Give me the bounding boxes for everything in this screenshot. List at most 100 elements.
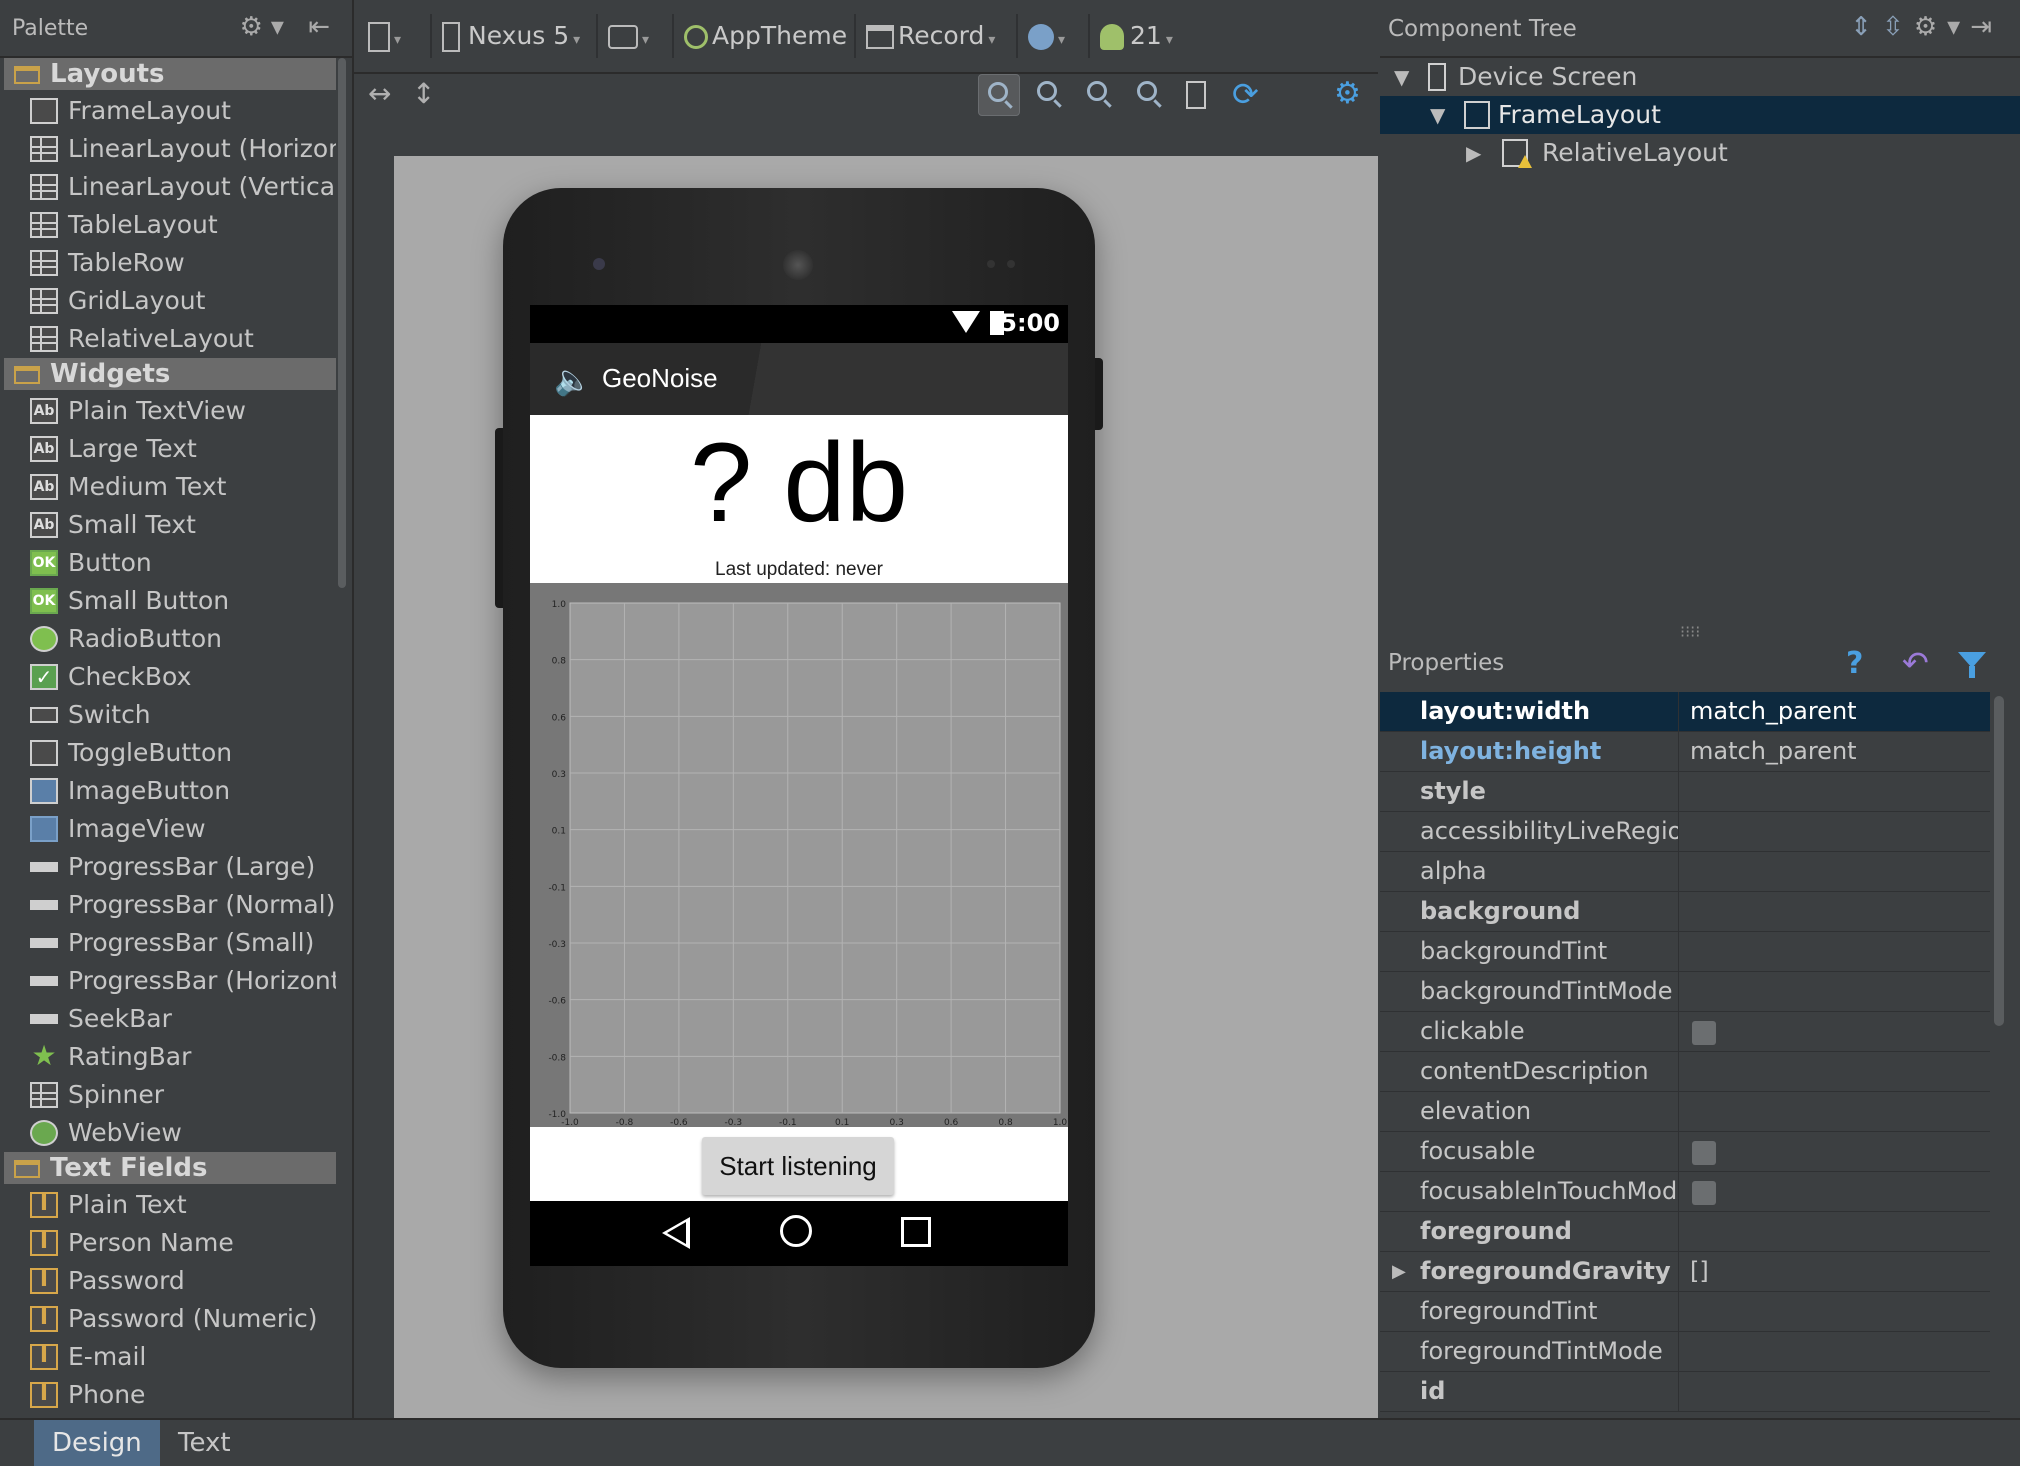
prop-value[interactable]: match_parent	[1690, 732, 1857, 771]
prop-row-foregroundtintmode[interactable]: foregroundTintMode	[1380, 1332, 1990, 1372]
palette-item-spinner[interactable]: Spinner	[4, 1076, 336, 1114]
noise-graph[interactable]: 1.0 0.8 0.6 0.3 0.1 -0.1 -0.3 -0.6 -0.8 -1.0 -1.0-…	[530, 583, 1068, 1127]
gear-icon[interactable]: ⚙▾	[1914, 12, 1970, 42]
tab-text[interactable]: Text	[160, 1420, 249, 1466]
palette-item-framelayout[interactable]: FrameLayout	[4, 92, 336, 130]
palette-group-layouts[interactable]: Layouts	[4, 58, 336, 90]
palette-item-phone[interactable]: I Phone	[4, 1376, 336, 1414]
prop-row-clickable[interactable]: clickable	[1380, 1012, 1990, 1052]
palette-item-large-text[interactable]: Ab Large Text	[4, 430, 336, 468]
api-level-selector[interactable]: 21 ▾	[1100, 16, 1173, 56]
expand-all-icon[interactable]: ⇕	[1850, 12, 1882, 42]
prop-row-accessibilityliveregion[interactable]: accessibilityLiveRegion	[1380, 812, 1990, 852]
palette-item-togglebutton[interactable]: ToggleButton	[4, 734, 336, 772]
palette-item-switch[interactable]: Switch	[4, 696, 336, 734]
collapse-arrow-icon[interactable]: ▼	[1430, 96, 1445, 134]
focusableintouchmode-checkbox[interactable]	[1692, 1181, 1716, 1205]
palette-item-password-numeric[interactable]: I Password (Numeric)	[4, 1300, 336, 1338]
palette-item-person-name[interactable]: I Person Name	[4, 1224, 336, 1262]
prop-row-layout-height[interactable]: layout:height match_parent	[1380, 732, 1990, 772]
start-listening-button[interactable]: Start listening	[702, 1137, 894, 1195]
tab-design[interactable]: Design	[34, 1420, 160, 1466]
render-config-button[interactable]: ▾	[368, 16, 401, 56]
refresh-icon[interactable]: ⟳	[1232, 74, 1259, 114]
orientation-selector[interactable]: ▾	[608, 16, 649, 56]
tree-toolbar[interactable]: ⇕⇳⚙▾⇥	[1850, 12, 2002, 42]
palette-item-gridlayout[interactable]: GridLayout	[4, 282, 336, 320]
palette-item-small-button[interactable]: OK Small Button	[4, 582, 336, 620]
palette-item-progressbar-small[interactable]: ProgressBar (Small)	[4, 924, 336, 962]
zoom-in-button[interactable]	[1078, 74, 1120, 116]
prop-row-contentdescription[interactable]: contentDescription	[1380, 1052, 1990, 1092]
collapse-arrow-icon[interactable]: ▼	[1394, 58, 1409, 96]
palette-item-tablerow[interactable]: TableRow	[4, 244, 336, 282]
palette-item-button[interactable]: OK Button	[4, 544, 336, 582]
activity-selector[interactable]: Record ▾	[866, 16, 995, 56]
last-updated-text[interactable]: Last updated: never	[530, 559, 1068, 581]
prop-row-style[interactable]: style	[1380, 772, 1990, 812]
palette-item-tablelayout[interactable]: TableLayout	[4, 206, 336, 244]
palette-settings-icon[interactable]: ⚙▾ ⇤	[240, 12, 338, 42]
zoom-out-button[interactable]	[1128, 74, 1170, 116]
expand-arrow-icon[interactable]: ▶	[1466, 134, 1481, 172]
palette-item-linearlayout-vertical[interactable]: LinearLayout (Vertical)	[4, 168, 336, 206]
prop-row-focusable[interactable]: focusable	[1380, 1132, 1990, 1172]
prop-row-id[interactable]: id	[1380, 1372, 1990, 1412]
theme-selector[interactable]: AppTheme	[684, 16, 847, 56]
palette-item-imagebutton[interactable]: ImageButton	[4, 772, 336, 810]
prop-row-layout-width[interactable]: layout:width match_parent	[1380, 692, 1990, 732]
focusable-checkbox[interactable]	[1692, 1141, 1716, 1165]
prop-row-backgroundtint[interactable]: backgroundTint	[1380, 932, 1990, 972]
palette-scrollbar[interactable]	[338, 58, 346, 588]
palette-item-ratingbar[interactable]: ★ RatingBar	[4, 1038, 336, 1076]
prop-row-foregroundtint[interactable]: foregroundTint	[1380, 1292, 1990, 1332]
zoom-actual-button[interactable]	[1028, 74, 1070, 116]
palette-item-password[interactable]: I Password	[4, 1262, 336, 1300]
hide-panel-icon[interactable]: ⇥	[1970, 12, 2002, 42]
prop-row-background[interactable]: background	[1380, 892, 1990, 932]
palette-item-checkbox[interactable]: ✓ CheckBox	[4, 658, 336, 696]
palette-group-widgets[interactable]: Widgets	[4, 358, 336, 390]
palette-item-small-text[interactable]: Ab Small Text	[4, 506, 336, 544]
expand-horizontal-icon[interactable]: ↔	[368, 74, 391, 114]
palette-item-webview[interactable]: WebView	[4, 1114, 336, 1152]
palette-item-seekbar[interactable]: SeekBar	[4, 1000, 336, 1038]
prop-value[interactable]: match_parent	[1690, 692, 1857, 731]
palette-item-plain-textview[interactable]: Ab Plain TextView	[4, 392, 336, 430]
prop-row-foregroundgravity[interactable]: ▶ foregroundGravity []	[1380, 1252, 1990, 1292]
device-screen[interactable]: 5:00 🔈 GeoNoise ? db Last updated: never…	[530, 305, 1068, 1266]
settings-icon[interactable]: ⚙	[1334, 74, 1361, 114]
db-readout[interactable]: ? db	[530, 423, 1068, 543]
tree-node-device-screen[interactable]: ▼ Device Screen	[1380, 58, 2020, 96]
palette-item-email[interactable]: I E-mail	[4, 1338, 336, 1376]
prop-row-backgroundtintmode[interactable]: backgroundTintMode	[1380, 972, 1990, 1012]
zoom-to-fit-button[interactable]	[978, 74, 1020, 116]
prop-row-focusableintouchmode[interactable]: focusableInTouchMode	[1380, 1172, 1990, 1212]
tree-node-relativelayout[interactable]: ▶ RelativeLayout	[1380, 134, 2020, 172]
palette-item-imageview[interactable]: ImageView	[4, 810, 336, 848]
palette-item-progressbar-normal[interactable]: ProgressBar (Normal)	[4, 886, 336, 924]
palette-item-progressbar-horizontal[interactable]: ProgressBar (Horizontal)	[4, 962, 336, 1000]
palette-item-radiobutton[interactable]: RadioButton	[4, 620, 336, 658]
expand-arrow-icon[interactable]: ▶	[1392, 1252, 1406, 1291]
prop-row-alpha[interactable]: alpha	[1380, 852, 1990, 892]
panel-splitter[interactable]: ⁝⁝⁝⁝	[1680, 622, 1700, 641]
tree-node-framelayout[interactable]: ▼ FrameLayout	[1380, 96, 2020, 134]
palette-group-text-fields[interactable]: Text Fields	[4, 1152, 336, 1184]
help-icon[interactable]: ?	[1846, 646, 1863, 681]
palette-item-linearlayout-horizontal[interactable]: LinearLayout (Horizontal)	[4, 130, 336, 168]
locale-selector[interactable]: ▾	[1028, 16, 1065, 56]
prop-value[interactable]: []	[1690, 1252, 1709, 1291]
device-selector[interactable]: Nexus 5 ▾	[442, 16, 580, 56]
prop-row-elevation[interactable]: elevation	[1380, 1092, 1990, 1132]
expand-vertical-icon[interactable]: ↕	[412, 74, 435, 114]
clickable-checkbox[interactable]	[1692, 1021, 1716, 1045]
collapse-all-icon[interactable]: ⇳	[1882, 12, 1914, 42]
design-canvas[interactable]: 5:00 🔈 GeoNoise ? db Last updated: never…	[394, 156, 1378, 1418]
palette-item-progressbar-large[interactable]: ProgressBar (Large)	[4, 848, 336, 886]
undo-icon[interactable]: ↶	[1902, 644, 1929, 682]
properties-scrollbar[interactable]	[1994, 696, 2004, 1026]
palette-item-plain-text[interactable]: I Plain Text	[4, 1186, 336, 1224]
preview-icon[interactable]	[1186, 74, 1206, 114]
palette-item-medium-text[interactable]: Ab Medium Text	[4, 468, 336, 506]
